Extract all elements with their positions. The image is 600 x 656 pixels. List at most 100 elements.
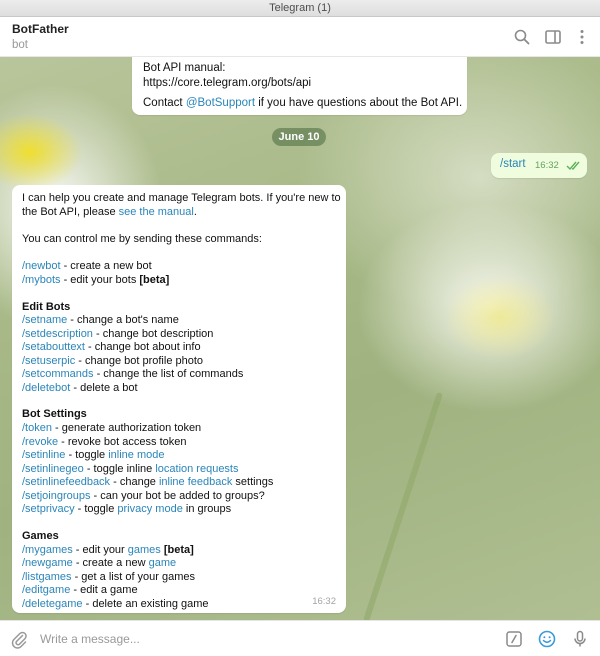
- mention-link[interactable]: @BotSupport: [186, 97, 255, 109]
- command-link[interactable]: /deletebot: [22, 382, 70, 394]
- chat-history[interactable]: Bot API manual: https://core.telegram.or…: [0, 57, 600, 620]
- command-row: /setabouttext - change bot about info: [22, 340, 201, 354]
- message-link[interactable]: https://core.telegram.org/bots/api: [143, 77, 311, 89]
- command-description: - edit your bots: [60, 274, 140, 286]
- command-description: - change the list of commands: [93, 368, 244, 380]
- command-row: /setdescription - change bot description: [22, 327, 213, 341]
- command-description: - toggle: [65, 449, 109, 461]
- section-heading: Edit Bots: [22, 301, 71, 313]
- command-row: /newbot - create a new bot: [22, 259, 152, 273]
- text-segment: .: [193, 206, 197, 218]
- manual-link[interactable]: see the manual: [119, 206, 194, 218]
- message-input[interactable]: [40, 629, 470, 649]
- window-titlebar: Telegram (1): [0, 0, 600, 17]
- command-link[interactable]: /setuserpic: [22, 355, 75, 367]
- command-description: - change bot description: [92, 328, 214, 340]
- text-segment: the Bot API, please: [22, 206, 119, 218]
- command-link[interactable]: /token: [22, 422, 52, 434]
- command-row: /mygames - edit your games [beta]: [22, 543, 194, 557]
- command-row: /setcommands - change the list of comman…: [22, 367, 243, 381]
- command-link[interactable]: /listgames: [22, 571, 72, 583]
- command-link[interactable]: /start: [500, 158, 526, 170]
- command-row: /listgames - get a list of your games: [22, 570, 195, 584]
- command-link[interactable]: /editgame: [22, 584, 70, 596]
- command-description: - change a bot's name: [67, 314, 179, 326]
- section-heading: Bot Settings: [22, 408, 87, 420]
- emoji-icon[interactable]: [537, 629, 557, 649]
- command-link[interactable]: /setinlinegeo: [22, 463, 84, 475]
- inline-mode-link[interactable]: inline mode: [108, 449, 164, 461]
- microphone-icon[interactable]: [570, 629, 590, 649]
- command-row: /setinlinegeo - toggle inline location r…: [22, 462, 239, 476]
- section-heading: Games: [22, 530, 59, 542]
- command-link[interactable]: /setdescription: [22, 328, 93, 340]
- command-row: /setprivacy - toggle privacy mode in gro…: [22, 502, 231, 516]
- command-link[interactable]: /newbot: [22, 260, 61, 272]
- date-separator: June 10: [272, 128, 326, 146]
- command-link[interactable]: /setinline: [22, 449, 65, 461]
- command-link[interactable]: /setinlinefeedback: [22, 476, 110, 488]
- text-segment: if you have questions about the Bot API.: [255, 97, 463, 109]
- command-row: /setinlinefeedback - change inline feedb…: [22, 475, 273, 489]
- command-link[interactable]: /setprivacy: [22, 503, 75, 515]
- command-description: - change: [110, 476, 159, 488]
- message-composer: [0, 620, 600, 656]
- double-check-icon: [566, 161, 580, 171]
- command-description: - toggle inline: [83, 463, 156, 475]
- command-description: - delete an existing game: [82, 598, 209, 610]
- command-description: - toggle: [74, 503, 118, 515]
- command-row: /setuserpic - change bot profile photo: [22, 354, 203, 368]
- command-link[interactable]: /newgame: [22, 557, 73, 569]
- command-description: - change bot profile photo: [75, 355, 204, 367]
- command-link[interactable]: /setcommands: [22, 368, 94, 380]
- search-icon[interactable]: [512, 27, 532, 47]
- beta-label: [beta]: [139, 274, 170, 286]
- command-description: settings: [232, 476, 274, 488]
- command-row: /revoke - revoke bot access token: [22, 435, 186, 449]
- game-link[interactable]: game: [149, 557, 177, 569]
- command-row: /setinline - toggle inline mode: [22, 448, 165, 462]
- command-row: /deletebot - delete a bot: [22, 381, 138, 395]
- command-row: /newgame - create a new game: [22, 556, 176, 570]
- command-description: - get a list of your games: [71, 571, 196, 583]
- message-text: the Bot API, please see the manual.: [22, 205, 197, 219]
- command-description: in groups: [182, 503, 232, 515]
- command-description: - create a new bot: [60, 260, 152, 272]
- command-link[interactable]: /deletegame: [22, 598, 83, 610]
- command-description: - create a new: [72, 557, 149, 569]
- message-time: 16:32: [535, 160, 559, 171]
- chat-status: bot: [12, 39, 28, 51]
- games-link[interactable]: games: [128, 544, 161, 556]
- command-link[interactable]: /setabouttext: [22, 341, 85, 353]
- command-description: - edit your: [72, 544, 128, 556]
- command-description: - change bot about info: [85, 341, 201, 353]
- text-segment: Contact: [143, 97, 186, 109]
- chat-name[interactable]: BotFather: [12, 22, 69, 36]
- more-vertical-icon[interactable]: [572, 27, 592, 47]
- command-row: /mybots - edit your bots [beta]: [22, 273, 169, 287]
- chat-header: BotFather bot: [0, 17, 600, 57]
- sidebar-toggle-icon[interactable]: [543, 27, 563, 47]
- attach-icon[interactable]: [9, 629, 29, 649]
- message-text: Bot API manual:: [143, 62, 226, 74]
- command-row: /setjoingroups - can your bot be added t…: [22, 489, 265, 503]
- command-description: - edit a game: [70, 584, 138, 596]
- command-link[interactable]: /mybots: [22, 274, 61, 286]
- message-text: Contact @BotSupport if you have question…: [143, 97, 462, 109]
- command-link[interactable]: /setname: [22, 314, 67, 326]
- command-row: /deletegame - delete an existing game: [22, 597, 209, 611]
- command-link[interactable]: /setjoingroups: [22, 490, 91, 502]
- location-requests-link[interactable]: location requests: [155, 463, 238, 475]
- beta-label: [beta]: [160, 544, 194, 556]
- command-description: - revoke bot access token: [58, 436, 187, 448]
- inline-feedback-link[interactable]: inline feedback: [159, 476, 232, 488]
- command-row: /editgame - edit a game: [22, 583, 138, 597]
- message-incoming: I can help you create and manage Telegra…: [12, 185, 346, 613]
- privacy-mode-link[interactable]: privacy mode: [117, 503, 182, 515]
- message-time: 16:32: [312, 596, 336, 607]
- message-outgoing: /start 16:32: [491, 153, 587, 178]
- command-link[interactable]: /revoke: [22, 436, 58, 448]
- bot-command-icon[interactable]: [504, 629, 524, 649]
- command-link[interactable]: /mygames: [22, 544, 73, 556]
- message-text: You can control me by sending these comm…: [22, 233, 262, 245]
